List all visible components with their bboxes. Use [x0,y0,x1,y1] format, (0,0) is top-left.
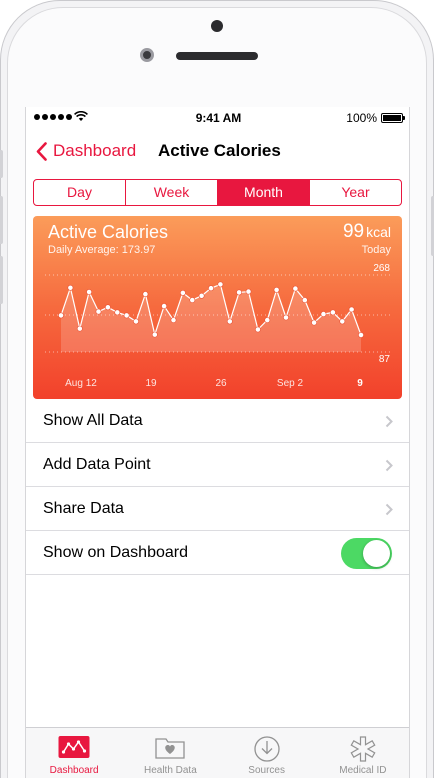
data-point [320,311,327,317]
data-point [226,318,233,325]
x-tick-label: 9 [357,378,363,389]
data-point [67,284,74,291]
period-segmented-control: Day Week Month Year [33,179,402,206]
data-point [170,317,177,323]
data-point [348,306,355,313]
data-point [339,318,346,325]
toggle-knob [363,540,390,567]
battery-icon [381,113,405,123]
data-point [123,312,130,319]
back-label: Dashboard [53,141,137,160]
data-point [217,281,224,288]
segment-week[interactable]: Week [126,180,218,205]
page-title: Active Calories [158,141,281,160]
proximity-sensor [211,20,223,32]
tab-label: Medical ID [339,765,387,776]
data-point [76,325,83,332]
x-tick-label: Sep 2 [277,378,304,389]
data-point [245,288,252,295]
volume-up-button [0,196,3,244]
nav-bar: Dashboard Active Calories [26,129,409,173]
show-on-dashboard-label: Show on Dashboard [43,544,188,561]
today-value-unit: kcal [366,224,391,240]
data-point [311,319,317,326]
volume-down-button [0,256,3,304]
series-area [61,284,361,352]
data-point [133,318,139,325]
screen: 9:41 AM 100% Dashboard Active Calories D… [25,107,410,778]
add-data-point-label: Add Data Point [43,456,151,473]
data-point [236,289,242,296]
sources-download-icon [253,736,280,762]
show-all-data-label: Show All Data [43,412,143,429]
show-on-dashboard-toggle[interactable] [341,538,392,569]
data-point [283,314,289,321]
chevron-left-icon [36,141,47,161]
tab-label: Dashboard [49,765,99,776]
data-point [292,285,299,292]
y-max-label: 268 [373,263,390,274]
data-point [198,292,205,299]
status-bar: 9:41 AM 100% [26,107,409,129]
data-point [142,291,149,297]
daily-average: Daily Average: 173.97 [48,244,156,256]
data-point [95,308,102,315]
today-label: Today [361,244,391,256]
active-calories-chart-card[interactable]: 268 87 Aug 12 19 26 Sep 2 9 Active Calories Da… [33,216,402,399]
data-point [329,309,336,316]
chevron-right-icon [385,459,393,472]
earpiece-speaker [176,52,258,60]
segment-month[interactable]: Month [218,180,310,205]
data-point [189,297,196,303]
y-min-label: 87 [379,354,391,365]
add-data-point-row[interactable]: Add Data Point [26,443,409,487]
data-point [254,326,261,333]
data-point [151,331,158,338]
medical-asterisk-icon [350,736,376,762]
health-folder-icon [155,738,186,759]
show-all-data-row[interactable]: Show All Data [26,399,409,443]
tab-sources[interactable]: Sources [219,728,315,778]
data-point [161,303,167,309]
tab-label: Health Data [143,765,197,776]
share-data-row[interactable]: Share Data [26,487,409,531]
battery-percent: 100% [346,111,377,125]
mute-switch [0,150,3,178]
back-button[interactable]: Dashboard [36,141,136,161]
segment-year[interactable]: Year [310,180,401,205]
data-point [58,312,64,319]
x-tick-label: Aug 12 [65,378,97,389]
tab-dashboard[interactable]: Dashboard [26,728,122,778]
data-point [301,297,308,303]
chart-title: Active Calories [48,222,169,242]
show-on-dashboard-row: Show on Dashboard [26,531,409,575]
today-value-number: 99 [342,221,365,242]
tab-medical-id[interactable]: Medical ID [315,728,409,778]
data-point [264,317,271,323]
dashboard-chart-icon [58,736,90,758]
x-tick-label: 26 [215,378,227,389]
data-point [105,304,111,311]
data-point [114,309,121,316]
tab-label: Sources [248,765,285,776]
chevron-right-icon [385,503,393,516]
front-camera [140,48,154,62]
chevron-right-icon [385,415,393,428]
today-value: 99 kcal [343,221,391,243]
data-point [86,289,92,295]
data-point [358,332,364,338]
tab-health-data[interactable]: Health Data [122,728,218,778]
segment-day[interactable]: Day [34,180,126,205]
data-point [179,290,186,296]
options-list: Show All Data Add Data Point Share Data … [26,399,409,575]
share-data-label: Share Data [43,500,124,517]
data-point [273,287,280,293]
data-point [208,285,214,292]
tab-bar: Dashboard Health Data Sources Medical ID [26,727,409,778]
x-tick-label: 19 [145,378,157,389]
